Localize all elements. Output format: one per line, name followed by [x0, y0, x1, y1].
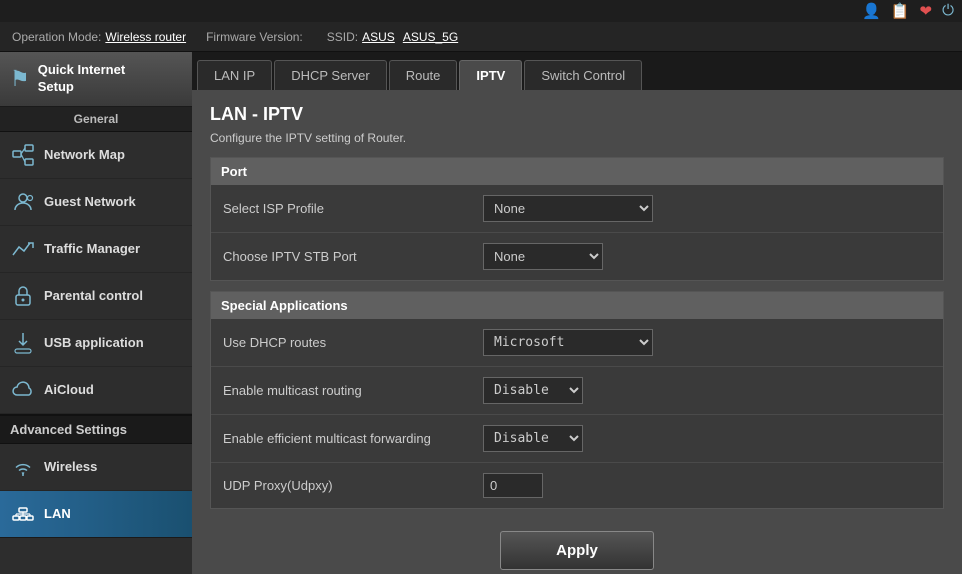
sidebar-item-aicloud[interactable]: AiCloud — [0, 367, 192, 414]
tab-bar: LAN IP DHCP Server Route IPTV Switch Con… — [192, 52, 962, 90]
sidebar-item-label: Parental control — [44, 288, 143, 303]
quick-setup-icon: ⚑ — [10, 66, 30, 92]
tab-iptv[interactable]: IPTV — [459, 60, 522, 90]
operation-mode-value: Wireless router — [105, 30, 186, 44]
dhcp-routes-label: Use DHCP routes — [223, 335, 483, 350]
udp-proxy-row: UDP Proxy(Udpxy) — [211, 463, 943, 508]
multicast-forwarding-row: Enable efficient multicast forwarding Di… — [211, 415, 943, 463]
sidebar-item-label: LAN — [44, 506, 71, 521]
aicloud-icon — [10, 377, 36, 403]
isp-profile-row: Select ISP Profile None Australia(MyRepu… — [211, 185, 943, 233]
sidebar-item-label: Traffic Manager — [44, 241, 140, 256]
port-section: Port Select ISP Profile None Australia(M… — [210, 157, 944, 281]
quick-setup-label: Quick InternetSetup — [38, 62, 125, 96]
sidebar: ⚑ Quick InternetSetup General Network Ma… — [0, 52, 192, 574]
dhcp-routes-row: Use DHCP routes Microsoft No Yes — [211, 319, 943, 367]
sidebar-item-label: Wireless — [44, 459, 97, 474]
sidebar-item-label: USB application — [44, 335, 144, 350]
page-content: LAN - IPTV Configure the IPTV setting of… — [192, 90, 962, 574]
copy-icon[interactable]: 📋 — [891, 2, 910, 20]
sidebar-item-traffic-manager[interactable]: Traffic Manager — [0, 226, 192, 273]
sidebar-item-usb-application[interactable]: USB application — [0, 320, 192, 367]
dhcp-routes-select[interactable]: Microsoft No Yes — [483, 329, 653, 356]
sidebar-item-label: Guest Network — [44, 194, 136, 209]
tab-dhcp-server[interactable]: DHCP Server — [274, 60, 387, 90]
apply-row: Apply — [210, 521, 944, 574]
tab-route[interactable]: Route — [389, 60, 458, 90]
ssid-value1: ASUS — [362, 30, 395, 44]
apply-button[interactable]: Apply — [500, 531, 654, 570]
isp-profile-label: Select ISP Profile — [223, 201, 483, 216]
iptv-stb-port-label: Choose IPTV STB Port — [223, 249, 483, 264]
tab-switch-control[interactable]: Switch Control — [524, 60, 642, 90]
sidebar-item-label: AiCloud — [44, 382, 94, 397]
multicast-forwarding-label: Enable efficient multicast forwarding — [223, 431, 483, 446]
parental-control-icon — [10, 283, 36, 309]
usb-application-icon — [10, 330, 36, 356]
page-title: LAN - IPTV — [210, 104, 944, 125]
lan-icon — [10, 501, 36, 527]
wireless-icon — [10, 454, 36, 480]
advanced-settings-header: Advanced Settings — [0, 414, 192, 444]
ssid-value2: ASUS_5G — [403, 30, 458, 44]
general-section-label: General — [0, 107, 192, 132]
sidebar-item-label: Network Map — [44, 147, 125, 162]
multicast-routing-select[interactable]: Disable Enable — [483, 377, 583, 404]
person-icon[interactable]: 👤 — [862, 2, 881, 20]
tab-lan-ip[interactable]: LAN IP — [197, 60, 272, 90]
guest-network-icon — [10, 189, 36, 215]
sidebar-item-lan[interactable]: LAN — [0, 491, 192, 538]
udp-proxy-input[interactable] — [483, 473, 543, 498]
isp-profile-select[interactable]: None Australia(MyRepublic) Australia(Opt… — [483, 195, 653, 222]
network-map-icon — [10, 142, 36, 168]
sidebar-item-wireless[interactable]: Wireless — [0, 444, 192, 491]
traffic-manager-icon — [10, 236, 36, 262]
special-section-header: Special Applications — [211, 292, 943, 319]
port-section-header: Port — [211, 158, 943, 185]
multicast-forwarding-select[interactable]: Disable Enable — [483, 425, 583, 452]
share-icon[interactable]: ❤ — [920, 2, 933, 20]
operation-mode-label: Operation Mode: — [12, 30, 101, 44]
sidebar-item-guest-network[interactable]: Guest Network — [0, 179, 192, 226]
firmware-label: Firmware Version: — [206, 30, 303, 44]
udp-proxy-label: UDP Proxy(Udpxy) — [223, 478, 483, 493]
header-icons: 👤 📋 ❤ ⏻ — [862, 2, 954, 20]
content-area: LAN IP DHCP Server Route IPTV Switch Con… — [192, 52, 962, 574]
multicast-routing-label: Enable multicast routing — [223, 383, 483, 398]
quick-internet-setup[interactable]: ⚑ Quick InternetSetup — [0, 52, 192, 107]
ssid-label: SSID: — [327, 30, 358, 44]
special-section: Special Applications Use DHCP routes Mic… — [210, 291, 944, 509]
sidebar-item-network-map[interactable]: Network Map — [0, 132, 192, 179]
iptv-stb-port-row: Choose IPTV STB Port None LAN1 LAN2 LAN3… — [211, 233, 943, 280]
iptv-stb-port-select[interactable]: None LAN1 LAN2 LAN3 LAN4 — [483, 243, 603, 270]
sidebar-item-parental-control[interactable]: Parental control — [0, 273, 192, 320]
power-icon[interactable]: ⏻ — [942, 2, 954, 20]
page-description: Configure the IPTV setting of Router. — [210, 131, 944, 145]
multicast-routing-row: Enable multicast routing Disable Enable — [211, 367, 943, 415]
